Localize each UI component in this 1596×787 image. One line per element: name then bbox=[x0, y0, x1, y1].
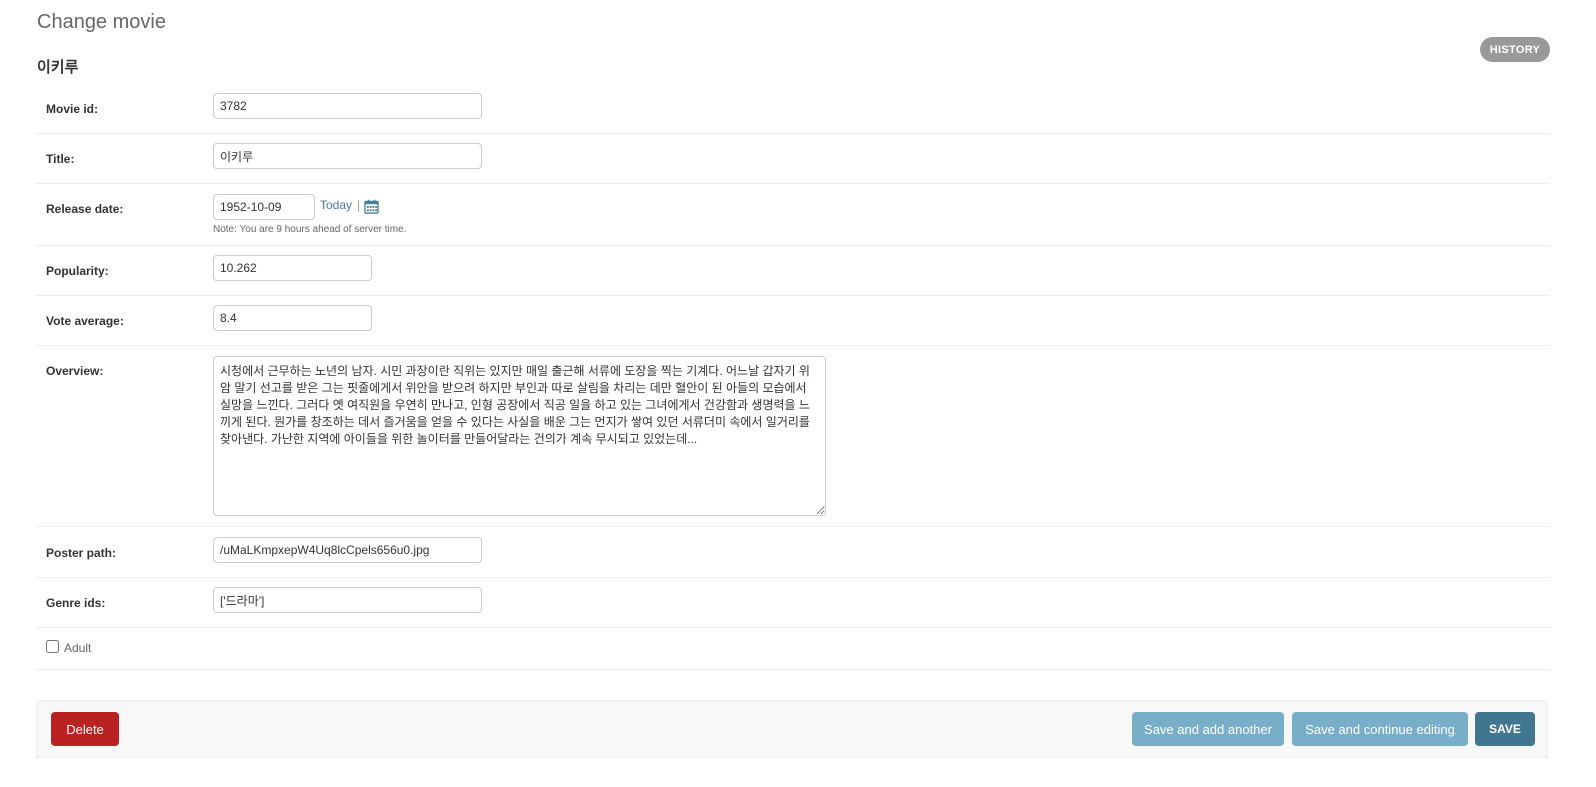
submit-row: Delete Save and add another Save and con… bbox=[36, 700, 1548, 758]
delete-button[interactable]: Delete bbox=[51, 712, 119, 746]
genre-ids-input[interactable] bbox=[213, 587, 482, 613]
release-date-input[interactable] bbox=[213, 194, 315, 220]
calendar-icon[interactable] bbox=[364, 199, 379, 214]
vote-average-label: Vote average: bbox=[46, 314, 124, 328]
today-link[interactable]: Today bbox=[320, 198, 352, 212]
form-row-poster-path: Poster path: bbox=[36, 527, 1550, 578]
poster-path-input[interactable] bbox=[213, 537, 482, 563]
adult-checkbox[interactable] bbox=[46, 640, 59, 653]
history-button[interactable]: HISTORY bbox=[1480, 37, 1550, 62]
save-and-add-another-button[interactable]: Save and add another bbox=[1132, 712, 1284, 746]
movie-id-input[interactable] bbox=[213, 93, 482, 119]
form-row-adult: Adult bbox=[36, 628, 1550, 670]
form-row-overview: Overview: 시청에서 근무하는 노년의 남자. 시민 과장이란 직위는 … bbox=[36, 346, 1550, 527]
page-title: Change movie bbox=[37, 11, 166, 33]
form-row-genre-ids: Genre ids: bbox=[36, 578, 1550, 628]
save-and-continue-button[interactable]: Save and continue editing bbox=[1292, 712, 1468, 746]
release-date-label: Release date: bbox=[46, 202, 124, 216]
popularity-input[interactable] bbox=[213, 255, 372, 281]
overview-label: Overview: bbox=[46, 364, 104, 378]
form-row-movie-id: Movie id: bbox=[36, 84, 1550, 134]
timezone-help-text: Note: You are 9 hours ahead of server ti… bbox=[213, 224, 407, 235]
form-row-title: Title: bbox=[36, 134, 1550, 184]
save-button[interactable]: SAVE bbox=[1475, 712, 1535, 746]
genre-ids-label: Genre ids: bbox=[46, 596, 106, 610]
shortcut-separator: | bbox=[357, 198, 361, 212]
title-input[interactable] bbox=[213, 143, 482, 169]
object-title: 이키루 bbox=[37, 59, 79, 76]
popularity-label: Popularity: bbox=[46, 264, 109, 278]
title-label: Title: bbox=[46, 152, 75, 166]
adult-label: Adult bbox=[64, 641, 92, 655]
movie-id-label: Movie id: bbox=[46, 102, 99, 116]
vote-average-input[interactable] bbox=[213, 305, 372, 331]
poster-path-label: Poster path: bbox=[46, 546, 117, 560]
overview-textarea[interactable]: 시청에서 근무하는 노년의 남자. 시민 과장이란 직위는 있지만 매일 출근해… bbox=[213, 356, 826, 516]
form-row-vote-average: Vote average: bbox=[36, 296, 1550, 346]
form-row-release-date: Release date: Today | Note: You are 9 ho… bbox=[36, 184, 1550, 246]
form-row-popularity: Popularity: bbox=[36, 246, 1550, 296]
